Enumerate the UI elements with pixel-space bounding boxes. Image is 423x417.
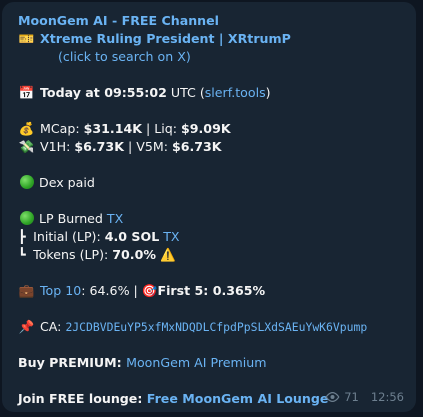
initial-lp-value: 4.0 SOL <box>104 229 160 244</box>
ticket-icon: 🎫 <box>18 31 35 46</box>
tree-branch-glyph: ┣ <box>18 229 34 244</box>
eye-icon <box>325 392 340 402</box>
liq-value: $9.09K <box>181 121 231 136</box>
token-title-link[interactable]: Xtreme Ruling President | XRtrumP <box>40 31 291 46</box>
premium-line: Buy PREMIUM: MoonGem AI Premium <box>18 354 404 372</box>
mcap-value: $31.14K <box>83 121 142 136</box>
mcap-label: MCap: <box>40 121 84 136</box>
calendar-icon: 📅 <box>18 85 35 100</box>
volume-line: 💸 V1H: $6.73K | V5M: $6.73K <box>18 138 404 156</box>
time-zone: UTC ( <box>166 85 205 100</box>
dex-paid-line: Dex paid <box>18 174 404 192</box>
dex-paid-text: Dex paid <box>39 175 95 190</box>
tokens-lp-value: 70.0% <box>112 247 156 262</box>
first5-text: First 5: 0.365% <box>157 283 266 298</box>
initial-tx-link[interactable]: TX <box>163 229 179 244</box>
pushpin-icon: 📌 <box>18 319 35 334</box>
top10-value: : 64.6% | <box>81 283 142 298</box>
holders-line: 💼 Top 10: 64.6% | 🎯First 5: 0.365% <box>18 282 404 300</box>
green-circle-icon <box>20 211 34 225</box>
green-circle-icon <box>20 175 34 189</box>
top10-link[interactable]: Top 10 <box>40 283 81 298</box>
v1h-value: $6.73K <box>74 139 124 154</box>
warning-icon: ⚠️ <box>159 247 176 262</box>
timestamp-line: 📅 Today at 09:55:02 UTC (slerf.tools) <box>18 84 404 102</box>
target-icon: 🎯 <box>141 283 158 298</box>
message-meta: 71 12:56 <box>325 388 404 406</box>
v5m-value: $6.73K <box>171 139 222 154</box>
lounge-link[interactable]: Free MoonGem AI Lounge <box>147 391 329 406</box>
channel-name-line: MoonGem AI - FREE Channel <box>18 12 404 30</box>
lp-burned-label: LP Burned <box>39 211 107 226</box>
premium-label: Buy PREMIUM: <box>18 355 127 370</box>
contract-address[interactable]: 2JCDBVDEuYP5xfMxNDQDLCfpdPpSLXdSAEuYwK6V… <box>65 320 367 334</box>
time-text: Today at 09:55:02 <box>40 85 167 100</box>
search-on-x-link[interactable]: (click to search on X) <box>58 49 191 64</box>
time-close: ) <box>265 85 271 100</box>
ca-label: CA: <box>40 319 66 334</box>
initial-lp-line: ┣ Initial (LP): 4.0 SOL TX <box>18 228 404 246</box>
time-source-link[interactable]: slerf.tools <box>205 85 266 100</box>
money-bag-icon: 💰 <box>18 121 35 136</box>
channel-name[interactable]: MoonGem AI - FREE Channel <box>18 13 219 28</box>
lp-tx-link[interactable]: TX <box>107 211 123 226</box>
view-count: 71 <box>344 390 359 404</box>
initial-lp-label: Initial (LP): <box>33 229 105 244</box>
search-hint-line: (click to search on X) <box>18 48 404 66</box>
lp-burned-line: LP Burned TX <box>18 210 404 228</box>
message-time: 12:56 <box>370 390 404 404</box>
liq-label: | Liq: <box>141 121 181 136</box>
tokens-lp-label: Tokens (LP): <box>33 247 113 262</box>
contract-line: 📌 CA: 2JCDBVDEuYP5xfMxNDQDLCfpdPpSLXdSAEu… <box>18 318 404 336</box>
mcap-line: 💰 MCap: $31.14K | Liq: $9.09K <box>18 120 404 138</box>
tree-end-glyph: ┗ <box>18 247 34 262</box>
briefcase-icon: 💼 <box>18 283 35 298</box>
tokens-lp-line: ┗ Tokens (LP): 70.0% ⚠️ <box>18 246 404 264</box>
premium-link[interactable]: MoonGem AI Premium <box>126 355 266 370</box>
message-bubble: MoonGem AI - FREE Channel 🎫 Xtreme Ruling… <box>2 2 416 412</box>
money-wings-icon: 💸 <box>18 139 35 154</box>
token-title-line: 🎫 Xtreme Ruling President | XRtrumP <box>18 30 404 48</box>
v1h-label: V1H: <box>40 139 75 154</box>
v5m-label: | V5M: <box>123 139 172 154</box>
lounge-label: Join FREE lounge: <box>18 391 147 406</box>
